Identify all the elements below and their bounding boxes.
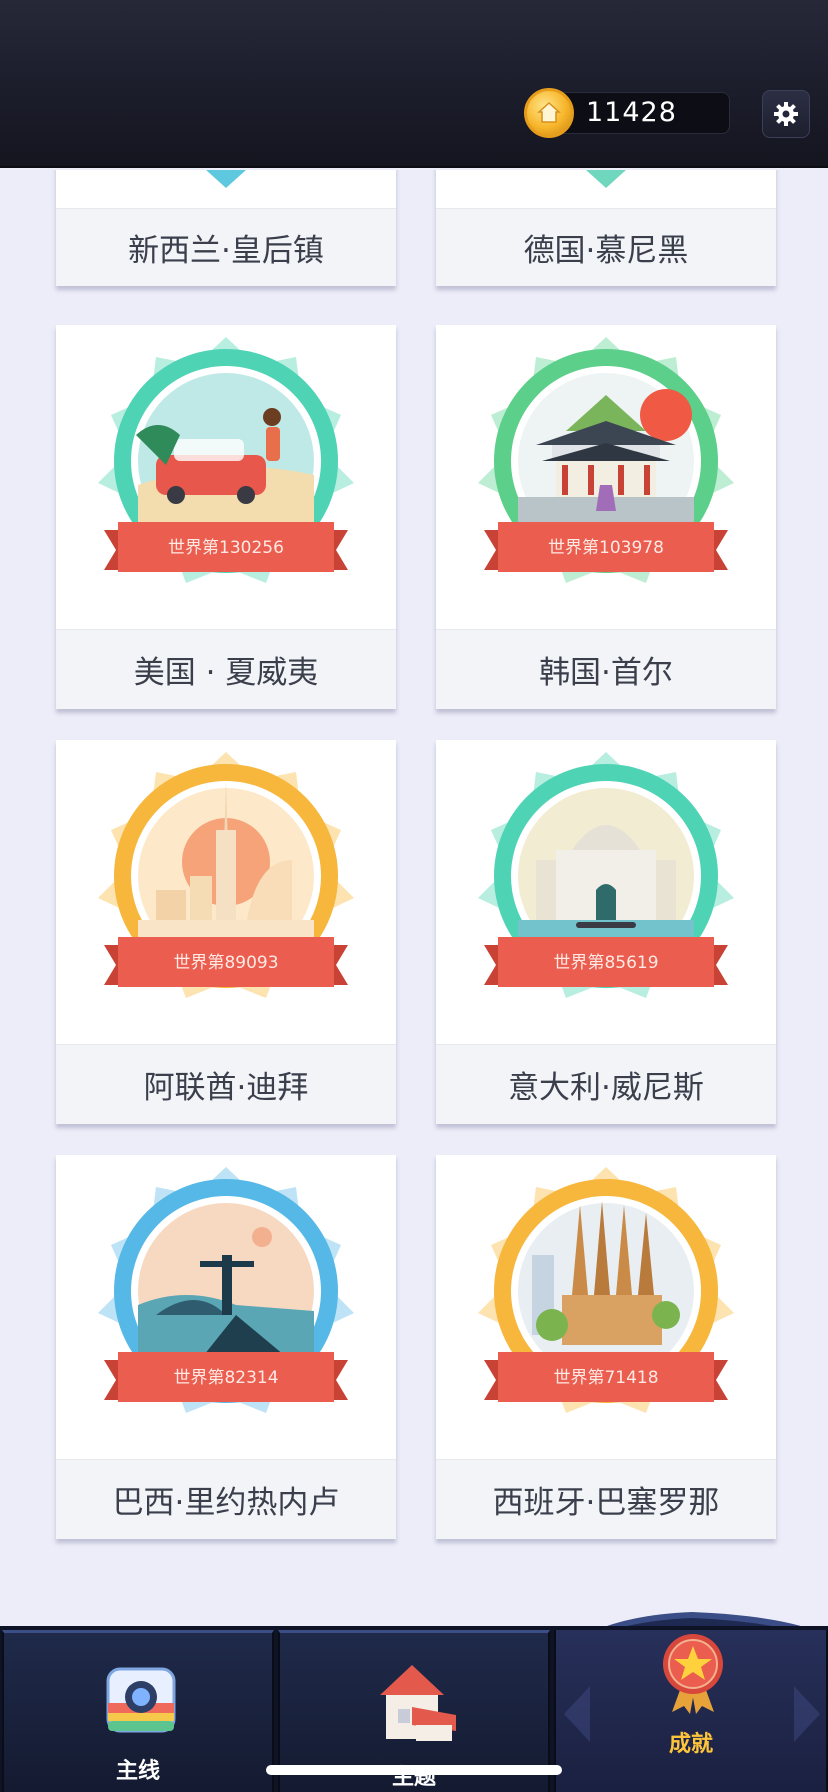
medal-star-icon	[663, 1634, 723, 1714]
card-title: 韩国·首尔	[436, 629, 776, 709]
badge-rio: 世界第82314	[56, 1155, 396, 1459]
card-title: 巴西·里约热内卢	[56, 1459, 396, 1539]
card-title: 新西兰·皇后镇	[56, 208, 396, 286]
tab-label: 主题	[391, 1765, 436, 1790]
achievement-card[interactable]: 新西兰·皇后镇	[56, 170, 396, 286]
top-bar: 11428	[0, 0, 828, 168]
badge-dubai: 世界第89093	[56, 740, 396, 1044]
rank-label: 世界第103978	[548, 538, 664, 558]
settings-button[interactable]	[762, 90, 810, 138]
achievement-card[interactable]: 世界第82314 巴西·里约热内卢	[56, 1155, 396, 1539]
coin-count: 11428	[586, 97, 677, 128]
achievement-card[interactable]: 德国·慕尼黑	[436, 170, 776, 286]
achievement-card[interactable]: 世界第89093 阿联酋·迪拜	[56, 740, 396, 1124]
card-title: 意大利·威尼斯	[436, 1044, 776, 1124]
tab-label: 主线	[115, 1759, 160, 1784]
card-title: 阿联酋·迪拜	[56, 1044, 396, 1124]
camera-icon	[106, 1667, 176, 1733]
badge-hawaii: 世界第130256	[56, 325, 396, 629]
card-title: 美国 · 夏威夷	[56, 629, 396, 709]
badge-seoul: 世界第103978	[436, 325, 776, 629]
achievement-card[interactable]: 世界第85619 意大利·威尼斯	[436, 740, 776, 1124]
house-icon	[380, 1665, 456, 1741]
gear-icon	[774, 102, 798, 126]
tab-label: 成就	[668, 1732, 713, 1757]
coin-icon	[524, 88, 574, 138]
achievement-card[interactable]: 世界第130256 美国 · 夏威夷	[56, 325, 396, 709]
badge-tip	[206, 170, 246, 188]
card-title: 德国·慕尼黑	[436, 208, 776, 286]
achievement-grid[interactable]: 新西兰·皇后镇 德国·慕尼黑 世界第130256 美国 · 夏威夷 世界第103…	[0, 170, 828, 1630]
achievement-card[interactable]: 世界第103978 韩国·首尔	[436, 325, 776, 709]
rank-label: 世界第130256	[168, 538, 284, 558]
tab-main-line[interactable]: 主线	[2, 1630, 274, 1792]
home-indicator[interactable]	[266, 1765, 562, 1775]
badge-tip	[586, 170, 626, 188]
badge-venice: 世界第85619	[436, 740, 776, 1044]
badge-barcelona: 世界第71418	[436, 1155, 776, 1459]
rank-label: 世界第89093	[173, 953, 279, 973]
rank-label: 世界第71418	[553, 1368, 659, 1388]
achievement-card[interactable]: 世界第71418 西班牙·巴塞罗那	[436, 1155, 776, 1539]
tab-achievements[interactable]: 成就	[554, 1630, 828, 1792]
rank-label: 世界第85619	[553, 953, 659, 973]
rank-label: 世界第82314	[173, 1368, 279, 1388]
card-title: 西班牙·巴塞罗那	[436, 1459, 776, 1539]
